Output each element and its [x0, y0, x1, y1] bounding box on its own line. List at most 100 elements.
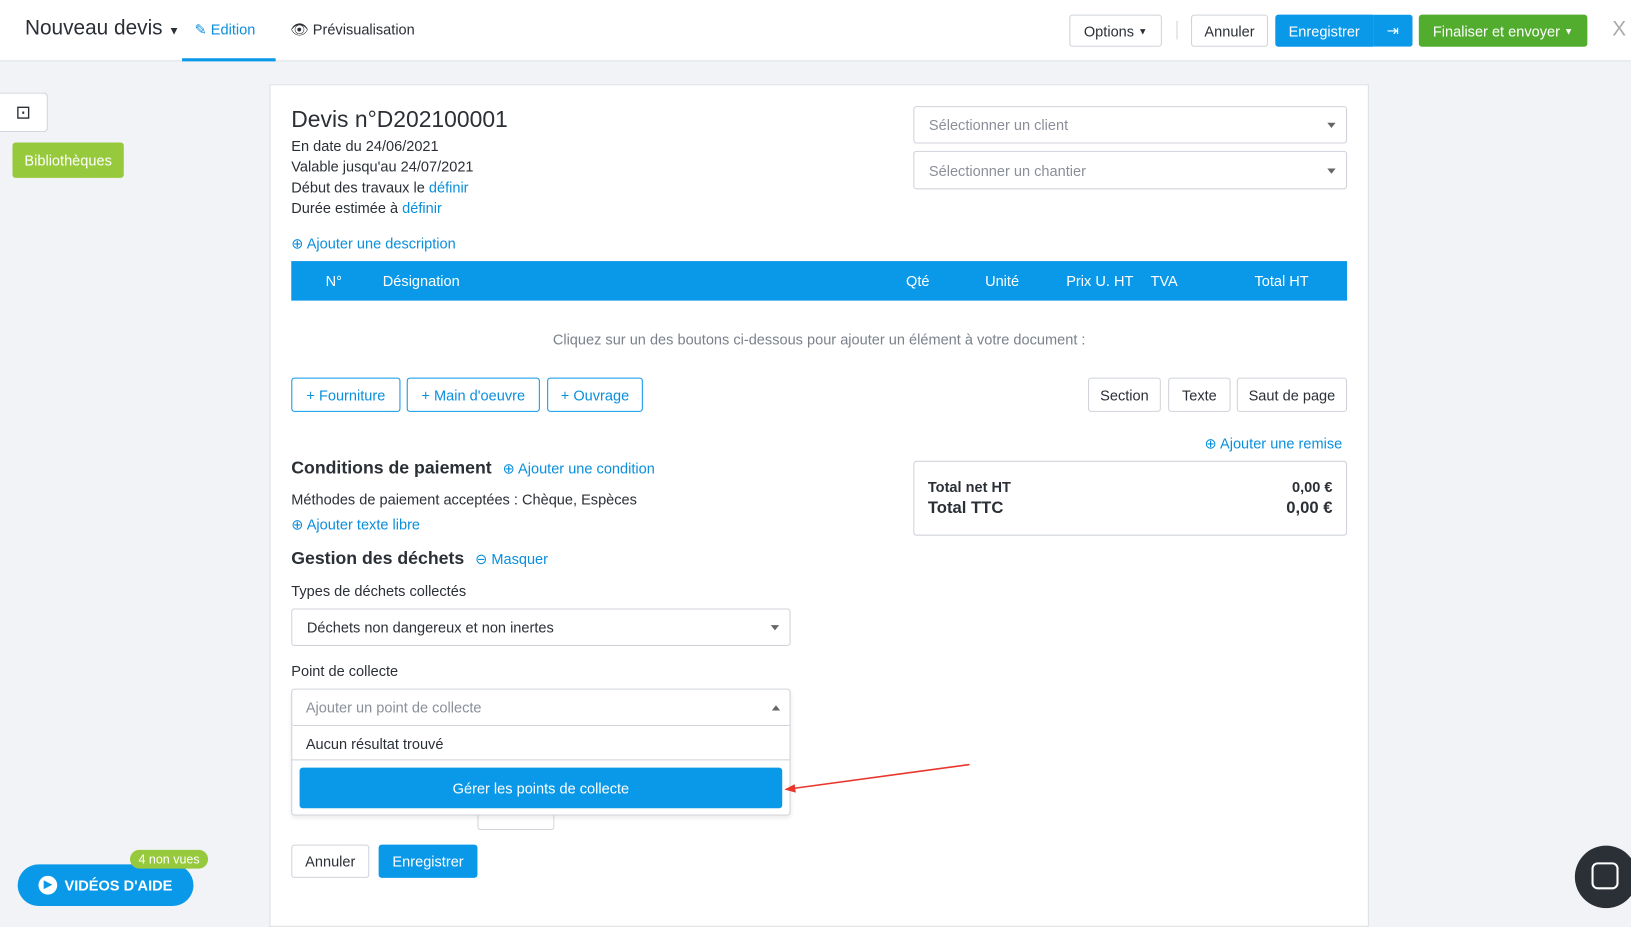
add-description-link[interactable]: ⊕ Ajouter une description	[291, 235, 455, 253]
caret-down-icon: ▼	[1138, 25, 1148, 36]
cancel-button[interactable]: Annuler	[1191, 14, 1269, 47]
col-unit-price: Prix U. HT	[1066, 272, 1134, 290]
add-page-break-button[interactable]: Saut de page	[1236, 377, 1348, 412]
top-bar: Nouveau devis ▼ ✎ Edition 👁 Prévisualisa…	[0, 0, 1631, 62]
net-ht-label: Total net HT	[927, 478, 1011, 496]
duration-row: Durée estimée à définir	[291, 200, 442, 217]
col-designation: Désignation	[382, 272, 460, 290]
document-title-menu[interactable]: Nouveau devis ▼	[25, 17, 180, 41]
add-discount-link[interactable]: ⊕ Ajouter une remise	[1205, 435, 1343, 453]
col-vat: TVA	[1150, 272, 1178, 290]
active-tab-indicator	[182, 58, 276, 62]
waste-types-label: Types de déchets collectés	[291, 582, 467, 600]
collection-point-label: Point de collecte	[291, 662, 399, 680]
collection-point-placeholder: Ajouter un point de collecte	[305, 698, 482, 716]
divider	[292, 759, 790, 761]
play-icon: ▶	[38, 875, 58, 895]
plus-circle-icon: ⊕	[291, 235, 304, 252]
label: Masquer	[491, 550, 549, 567]
manage-collection-points-button[interactable]: Gérer les points de collecte	[299, 767, 783, 809]
add-section-button[interactable]: Section	[1088, 377, 1161, 412]
site-placeholder: Sélectionner un chantier	[928, 161, 1086, 179]
duration-link[interactable]: définir	[402, 200, 442, 217]
add-work-button[interactable]: + Ouvrage	[547, 377, 643, 412]
empty-table-hint: Cliquez sur un des boutons ci-dessous po…	[552, 330, 1086, 348]
add-description-label: Ajouter une description	[306, 235, 456, 252]
box-icon: ⊡	[15, 101, 32, 123]
site-select[interactable]: Sélectionner un chantier	[913, 150, 1348, 190]
totals-box	[913, 460, 1348, 536]
col-quantity: Qté	[906, 272, 930, 290]
divider	[1176, 20, 1178, 40]
waste-cancel-button[interactable]: Annuler	[291, 844, 370, 878]
chat-launcher[interactable]	[1574, 845, 1631, 909]
save-button[interactable]: Enregistrer	[1275, 14, 1374, 47]
finalize-label: Finaliser et envoyer	[1432, 22, 1560, 40]
finalize-send-button[interactable]: Finaliser et envoyer ▼	[1418, 14, 1588, 47]
waste-title: Gestion des déchets	[291, 548, 465, 568]
add-text-button[interactable]: Texte	[1168, 377, 1231, 412]
pencil-icon: ✎	[194, 20, 207, 38]
annotation-arrow	[784, 763, 970, 793]
col-unit: Unité	[985, 272, 1020, 290]
collection-point-select[interactable]: Ajouter un point de collecte	[291, 689, 791, 727]
client-select[interactable]: Sélectionner un client	[913, 106, 1348, 144]
tab-label: Prévisualisation	[312, 20, 415, 38]
add-free-text-link[interactable]: ⊕ Ajouter texte libre	[291, 516, 420, 534]
col-number: N°	[325, 272, 342, 290]
library-button[interactable]: ⊡	[0, 92, 48, 133]
label: Ajouter une condition	[518, 459, 655, 477]
label: Ajouter texte libre	[306, 515, 421, 533]
start-date-row: Début des travaux le définir	[291, 179, 468, 196]
quote-title: Devis n°D202100001	[291, 106, 508, 133]
quote-validity: Valable jusqu'au 24/07/2021	[291, 158, 474, 175]
ttc-value: 0,00 €	[1286, 499, 1333, 517]
options-label: Options	[1083, 22, 1135, 40]
no-result-text: Aucun résultat trouvé	[305, 735, 444, 753]
caret-down-icon	[1327, 122, 1336, 128]
caret-up-icon	[771, 704, 781, 710]
client-placeholder: Sélectionner un client	[928, 116, 1069, 134]
ttc-label: Total TTC	[927, 499, 1004, 517]
waste-heading: Gestion des déchets ⊖ Masquer	[291, 548, 548, 569]
library-tooltip: Bibliothèques	[12, 142, 124, 178]
tab-label: Edition	[210, 20, 256, 38]
hide-waste-link[interactable]: ⊖ Masquer	[475, 550, 548, 567]
add-labor-button[interactable]: + Main d'oeuvre	[406, 377, 540, 412]
quote-date: En date du 24/06/2021	[291, 137, 439, 154]
arrow-line	[792, 763, 970, 790]
unseen-badge: 4 non vues	[130, 849, 209, 869]
waste-save-button[interactable]: Enregistrer	[378, 844, 478, 878]
start-date-label: Début des travaux le	[291, 178, 425, 196]
help-videos-label: VIDÉOS D'AIDE	[64, 876, 173, 894]
options-button[interactable]: Options ▼	[1069, 14, 1162, 47]
caret-down-icon	[1327, 167, 1336, 174]
caret-down-icon: ▼	[1564, 25, 1574, 36]
label: Main d'oeuvre	[434, 386, 526, 404]
close-button[interactable]: X	[1612, 18, 1626, 42]
save-and-exit-button[interactable]: ⇥	[1373, 14, 1413, 47]
net-ht-value: 0,00 €	[1291, 478, 1333, 496]
col-total: Total HT	[1254, 272, 1309, 290]
waste-types-value: Déchets non dangereux et non inertes	[306, 618, 554, 636]
payment-heading: Conditions de paiement ⊕ Ajouter une con…	[291, 458, 655, 479]
document-title: Nouveau devis	[24, 16, 163, 40]
exit-icon: ⇥	[1386, 21, 1399, 39]
waste-types-select[interactable]: Déchets non dangereux et non inertes	[291, 608, 791, 646]
add-supply-button[interactable]: + Fourniture	[291, 377, 401, 412]
chat-icon	[1591, 862, 1619, 890]
eye-icon: 👁	[290, 20, 309, 38]
tab-edition[interactable]: ✎ Edition	[195, 21, 256, 39]
label: Ouvrage	[573, 386, 630, 404]
label: Fourniture	[318, 386, 386, 404]
caret-down-icon	[770, 625, 780, 631]
tab-preview[interactable]: 👁 Prévisualisation	[290, 21, 415, 39]
payment-title: Conditions de paiement	[291, 457, 492, 478]
payment-methods: Méthodes de paiement acceptées : Chèque,…	[291, 490, 637, 508]
help-videos-button[interactable]: ▶ VIDÉOS D'AIDE	[17, 864, 194, 907]
add-condition-link[interactable]: ⊕ Ajouter une condition	[503, 460, 655, 477]
label: Ajouter une remise	[1220, 434, 1343, 452]
start-date-link[interactable]: définir	[429, 179, 469, 196]
duration-label: Durée estimée à	[291, 199, 399, 217]
caret-down-icon: ▼	[168, 24, 180, 38]
